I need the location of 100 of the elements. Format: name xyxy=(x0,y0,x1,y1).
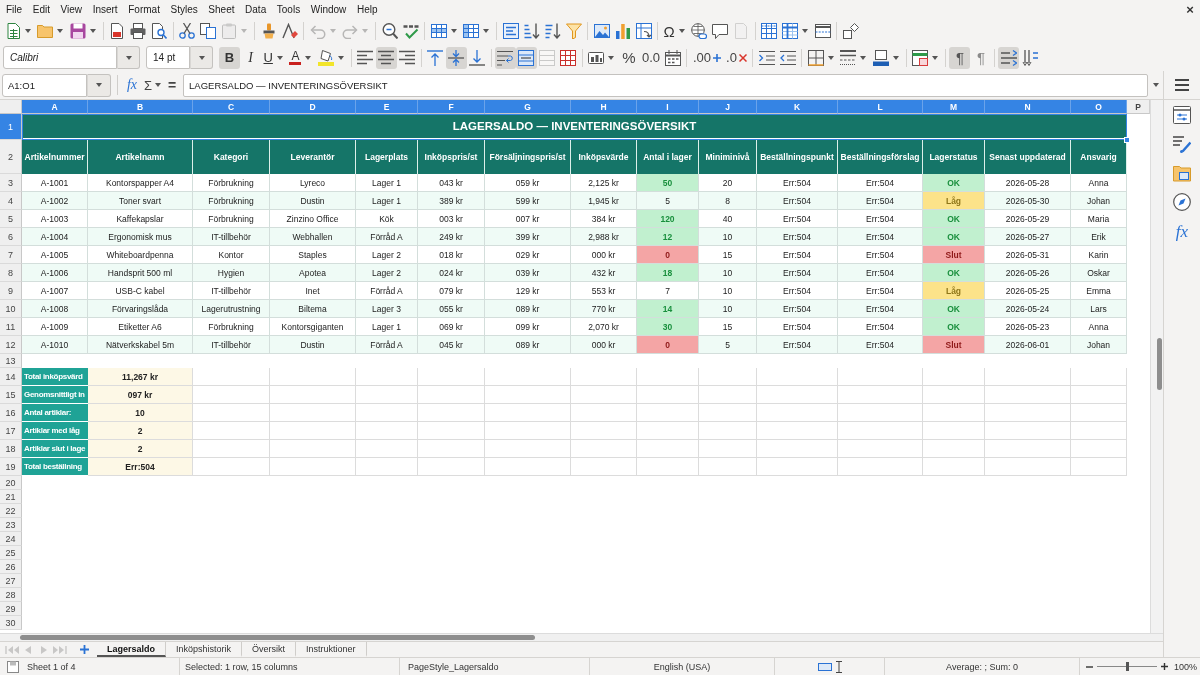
bold-button[interactable]: B xyxy=(219,46,240,69)
row-header[interactable]: 15 xyxy=(0,386,22,404)
row-header[interactable]: 22 xyxy=(0,504,22,518)
sum-button[interactable]: Σ xyxy=(142,75,164,95)
row-header[interactable]: 10 xyxy=(0,300,22,318)
slider-thumb[interactable] xyxy=(1125,662,1129,671)
row-header[interactable]: 18 xyxy=(0,440,22,458)
text-cursor-icon[interactable] xyxy=(835,660,842,673)
row-header[interactable]: 13 xyxy=(0,354,22,368)
row-header[interactable]: 5 xyxy=(0,210,22,228)
paintbrush-icon[interactable] xyxy=(1173,135,1191,153)
menu-item[interactable]: Help xyxy=(355,1,379,17)
row-header[interactable]: 16 xyxy=(0,404,22,422)
menu-item[interactable]: Format xyxy=(127,1,161,17)
row-header[interactable]: 25 xyxy=(0,546,22,560)
menu-item[interactable]: Window xyxy=(309,1,348,17)
print-area-button[interactable] xyxy=(758,20,780,42)
center-vertically-button[interactable] xyxy=(445,46,467,69)
close-button[interactable]: × xyxy=(1180,1,1200,17)
row-header[interactable]: 19 xyxy=(0,458,22,476)
font-size-field[interactable]: 14 pt xyxy=(146,46,190,69)
row-header[interactable]: 2 xyxy=(0,140,22,174)
menu-item[interactable]: Sheet xyxy=(207,1,236,17)
formula-button[interactable]: = xyxy=(165,75,180,95)
row-header[interactable]: 7 xyxy=(0,246,22,264)
menu-item[interactable]: Tools xyxy=(275,1,302,17)
row-header[interactable]: 20 xyxy=(0,476,22,490)
properties-icon[interactable] xyxy=(1173,106,1191,124)
find-replace-button[interactable] xyxy=(379,20,400,42)
row-header[interactable]: 27 xyxy=(0,574,22,588)
column-header[interactable]: J xyxy=(699,100,757,114)
column-header[interactable]: E xyxy=(356,100,418,114)
column-header[interactable]: I xyxy=(637,100,699,114)
row-header[interactable]: 28 xyxy=(0,588,22,602)
row-header[interactable]: 6 xyxy=(0,228,22,246)
font-color-button[interactable]: A xyxy=(286,46,316,69)
scrollbar-thumb[interactable] xyxy=(1157,338,1162,390)
column-header[interactable]: F xyxy=(418,100,485,114)
menu-item[interactable]: Data xyxy=(244,1,268,17)
plus-icon[interactable] xyxy=(1161,663,1168,670)
row-header[interactable]: 29 xyxy=(0,602,22,616)
column-header[interactable]: O xyxy=(1071,100,1127,114)
folder-image-icon[interactable] xyxy=(1173,164,1191,182)
delete-decimal-button[interactable]: .0 xyxy=(723,46,750,69)
underline-button[interactable]: U xyxy=(261,46,287,69)
row-header[interactable]: 4 xyxy=(0,192,22,210)
row-header[interactable]: 14 xyxy=(0,368,22,386)
row-header[interactable]: 30 xyxy=(0,616,22,630)
scrollbar-thumb[interactable] xyxy=(20,635,535,640)
menu-item[interactable]: Styles xyxy=(169,1,199,17)
column-header[interactable]: C xyxy=(193,100,270,114)
compass-icon[interactable] xyxy=(1173,193,1191,211)
row-header[interactable]: 11 xyxy=(0,318,22,336)
row-header[interactable]: 17 xyxy=(0,422,22,440)
number-format-button[interactable]: 0.0 xyxy=(639,46,663,69)
formula-input[interactable]: LAGERSALDO — INVENTERINGSÖVERSIKT xyxy=(183,73,1148,97)
column-header[interactable]: N xyxy=(985,100,1071,114)
italic-button[interactable]: I xyxy=(240,46,261,69)
copy-button[interactable] xyxy=(197,20,219,42)
shapes-button[interactable] xyxy=(840,20,862,42)
column-header[interactable]: M xyxy=(923,100,985,114)
percent-format-button[interactable]: % xyxy=(618,46,640,69)
selection-handle-icon[interactable] xyxy=(1124,137,1130,143)
menu-item[interactable]: View xyxy=(59,1,84,17)
wrap-text-button[interactable] xyxy=(494,46,516,69)
pivot-table-button[interactable] xyxy=(633,20,654,42)
row-header[interactable]: 8 xyxy=(0,264,22,282)
row-header[interactable]: 1 xyxy=(0,114,22,140)
vertical-scrollbar[interactable] xyxy=(1150,100,1163,633)
menu-item[interactable]: Insert xyxy=(91,1,119,17)
row-header[interactable]: 21 xyxy=(0,490,22,504)
add-decimal-button[interactable]: .00 xyxy=(690,46,724,69)
row-header[interactable]: 23 xyxy=(0,518,22,532)
menu-item[interactable]: File xyxy=(5,1,24,17)
column-header[interactable]: K xyxy=(757,100,838,114)
row-header[interactable]: 9 xyxy=(0,282,22,300)
menu-item[interactable]: Edit xyxy=(31,1,51,17)
menu-icon[interactable] xyxy=(1175,79,1189,91)
rectangle-icon[interactable] xyxy=(817,662,832,671)
column-header[interactable]: P xyxy=(1127,100,1150,114)
column-header[interactable]: A xyxy=(22,100,88,114)
font-name-field[interactable]: Calibri xyxy=(3,46,117,69)
sort-button[interactable] xyxy=(500,20,521,42)
functions-button[interactable]: fx xyxy=(1172,222,1192,242)
hyperlink-button[interactable] xyxy=(688,20,710,42)
minus-icon[interactable] xyxy=(1086,665,1093,668)
text-direction-button[interactable] xyxy=(998,46,1020,69)
align-center-button[interactable] xyxy=(375,46,397,69)
column-header[interactable]: D xyxy=(270,100,356,114)
row-header[interactable]: 26 xyxy=(0,560,22,574)
name-box[interactable]: A1:O1 xyxy=(2,73,87,97)
row-header[interactable]: 24 xyxy=(0,532,22,546)
column-header[interactable]: L xyxy=(838,100,923,114)
function-wizard-button[interactable]: fx xyxy=(123,75,141,95)
column-header[interactable]: G xyxy=(485,100,571,114)
special-character-button[interactable]: Ω xyxy=(661,20,689,42)
row-header[interactable]: 12 xyxy=(0,336,22,354)
cut-button[interactable] xyxy=(176,20,198,42)
left-to-right-button[interactable]: ¶ xyxy=(949,46,971,69)
column-header[interactable]: B xyxy=(88,100,193,114)
